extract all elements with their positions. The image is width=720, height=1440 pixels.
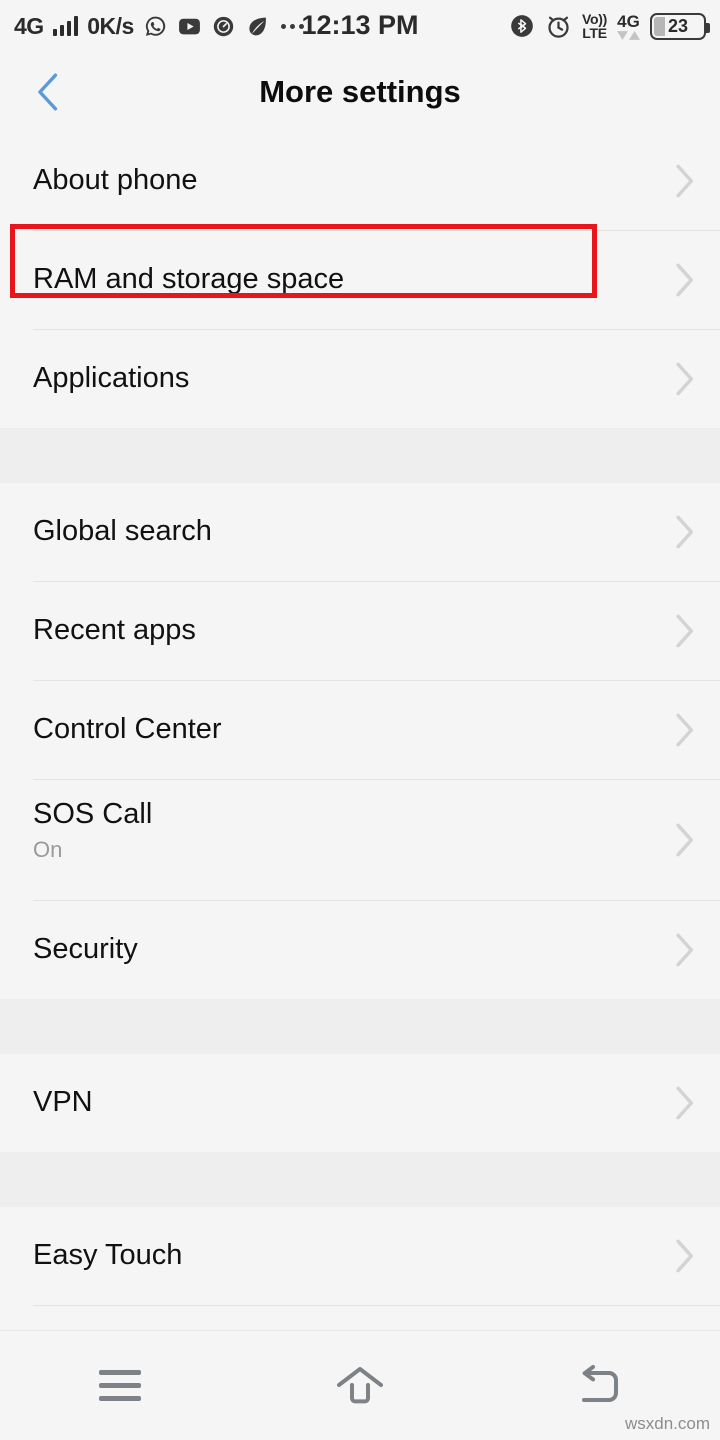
settings-group: VPN xyxy=(0,1054,720,1152)
row-label: About phone xyxy=(33,164,198,197)
row-labels: Easy Touch xyxy=(33,1239,672,1272)
settings-row-security[interactable]: Security xyxy=(0,901,720,999)
group-gap xyxy=(0,428,720,483)
leaf-app-icon xyxy=(249,17,266,35)
menu-icon xyxy=(99,1370,141,1401)
chevron-right-icon xyxy=(672,162,696,200)
settings-row-control-center[interactable]: Control Center xyxy=(0,681,720,779)
group-gap xyxy=(0,999,720,1054)
row-label: SOS Call xyxy=(33,798,153,830)
row-label: RAM and storage space xyxy=(33,263,345,296)
row-label: VPN xyxy=(33,1086,93,1119)
settings-row-easy-touch[interactable]: Easy Touch xyxy=(0,1207,720,1305)
chevron-right-icon xyxy=(672,711,696,749)
battery-percent-label: 23 xyxy=(667,15,689,36)
system-navigation-bar xyxy=(0,1330,720,1440)
row-label: Global search xyxy=(33,515,212,548)
data-arrows-icon xyxy=(617,30,640,40)
row-labels: Control Center xyxy=(33,713,672,746)
settings-row-ram-and-storage-space[interactable]: RAM and storage space xyxy=(0,231,720,329)
status-bar-left: 4G 0K/s xyxy=(14,13,304,40)
clock-app-icon xyxy=(213,16,233,36)
row-sublabel: On xyxy=(33,837,63,863)
settings-row-sos-call[interactable]: SOS Call On xyxy=(0,780,720,900)
settings-group: Global search Recent apps Control Center xyxy=(0,483,720,999)
settings-row-applications[interactable]: Applications xyxy=(0,330,720,428)
row-labels: Applications xyxy=(33,362,672,395)
chevron-right-icon xyxy=(672,1084,696,1122)
page-title: More settings xyxy=(259,74,461,109)
bluetooth-icon xyxy=(511,15,533,37)
settings-row-vpn[interactable]: VPN xyxy=(0,1054,720,1152)
nav-home-button[interactable] xyxy=(240,1331,480,1440)
home-icon xyxy=(337,1366,383,1403)
row-labels: Global search xyxy=(33,515,672,548)
row-label: Control Center xyxy=(33,713,222,746)
battery-fill xyxy=(654,16,665,36)
nav-menu-button[interactable] xyxy=(0,1331,240,1440)
status-bar: 4G 0K/s 12:13 PM Vo)) LTE 4G 23 xyxy=(0,0,720,52)
settings-list: About phone RAM and storage space Applic… xyxy=(0,132,720,1404)
back-button[interactable] xyxy=(26,69,72,115)
volte-line1: Vo)) xyxy=(582,11,607,27)
settings-row-global-search[interactable]: Global search xyxy=(0,483,720,581)
whatsapp-icon xyxy=(145,16,166,36)
youtube-icon xyxy=(178,18,200,34)
row-labels: VPN xyxy=(33,1086,672,1119)
settings-group: About phone RAM and storage space Applic… xyxy=(0,132,720,428)
battery-icon: 23 xyxy=(650,12,710,40)
chevron-right-icon xyxy=(672,821,696,859)
row-labels: SOS Call On xyxy=(33,798,696,861)
row-labels: Recent apps xyxy=(33,614,672,647)
back-chevron-icon xyxy=(38,73,58,111)
alarm-icon xyxy=(548,16,569,38)
group-gap xyxy=(0,1152,720,1207)
chevron-right-icon xyxy=(672,261,696,299)
network-badge-label: 4G xyxy=(617,11,640,31)
volte-icon: Vo)) LTE xyxy=(582,12,607,40)
back-icon xyxy=(582,1364,618,1402)
phone-screen: 4G 0K/s 12:13 PM Vo)) LTE 4G 23 More set… xyxy=(0,0,720,1440)
row-label: Security xyxy=(33,933,138,966)
row-labels: Security xyxy=(33,933,672,966)
settings-row-about-phone[interactable]: About phone xyxy=(0,132,720,230)
row-label: Easy Touch xyxy=(33,1239,183,1272)
row-label: Applications xyxy=(33,362,190,395)
data-speed-label: 0K/s xyxy=(87,12,134,39)
network-badge: 4G xyxy=(617,13,640,40)
chevron-right-icon xyxy=(672,1237,696,1275)
app-header: More settings xyxy=(0,52,720,132)
signal-strength-icon xyxy=(52,16,79,36)
row-label: Recent apps xyxy=(33,614,196,647)
network-type-label: 4G xyxy=(14,12,44,39)
row-labels: About phone xyxy=(33,164,672,197)
overflow-dots-icon xyxy=(280,23,304,29)
watermark: wsxdn.com xyxy=(624,1414,710,1433)
status-bar-clock: 12:13 PM xyxy=(301,10,419,40)
status-bar-right: Vo)) LTE 4G 23 xyxy=(509,12,710,40)
chevron-right-icon xyxy=(672,931,696,969)
volte-line2: LTE xyxy=(582,25,607,41)
chevron-right-icon xyxy=(672,360,696,398)
chevron-right-icon xyxy=(672,513,696,551)
row-labels: RAM and storage space xyxy=(33,263,672,296)
settings-row-recent-apps[interactable]: Recent apps xyxy=(0,582,720,680)
chevron-right-icon xyxy=(672,612,696,650)
